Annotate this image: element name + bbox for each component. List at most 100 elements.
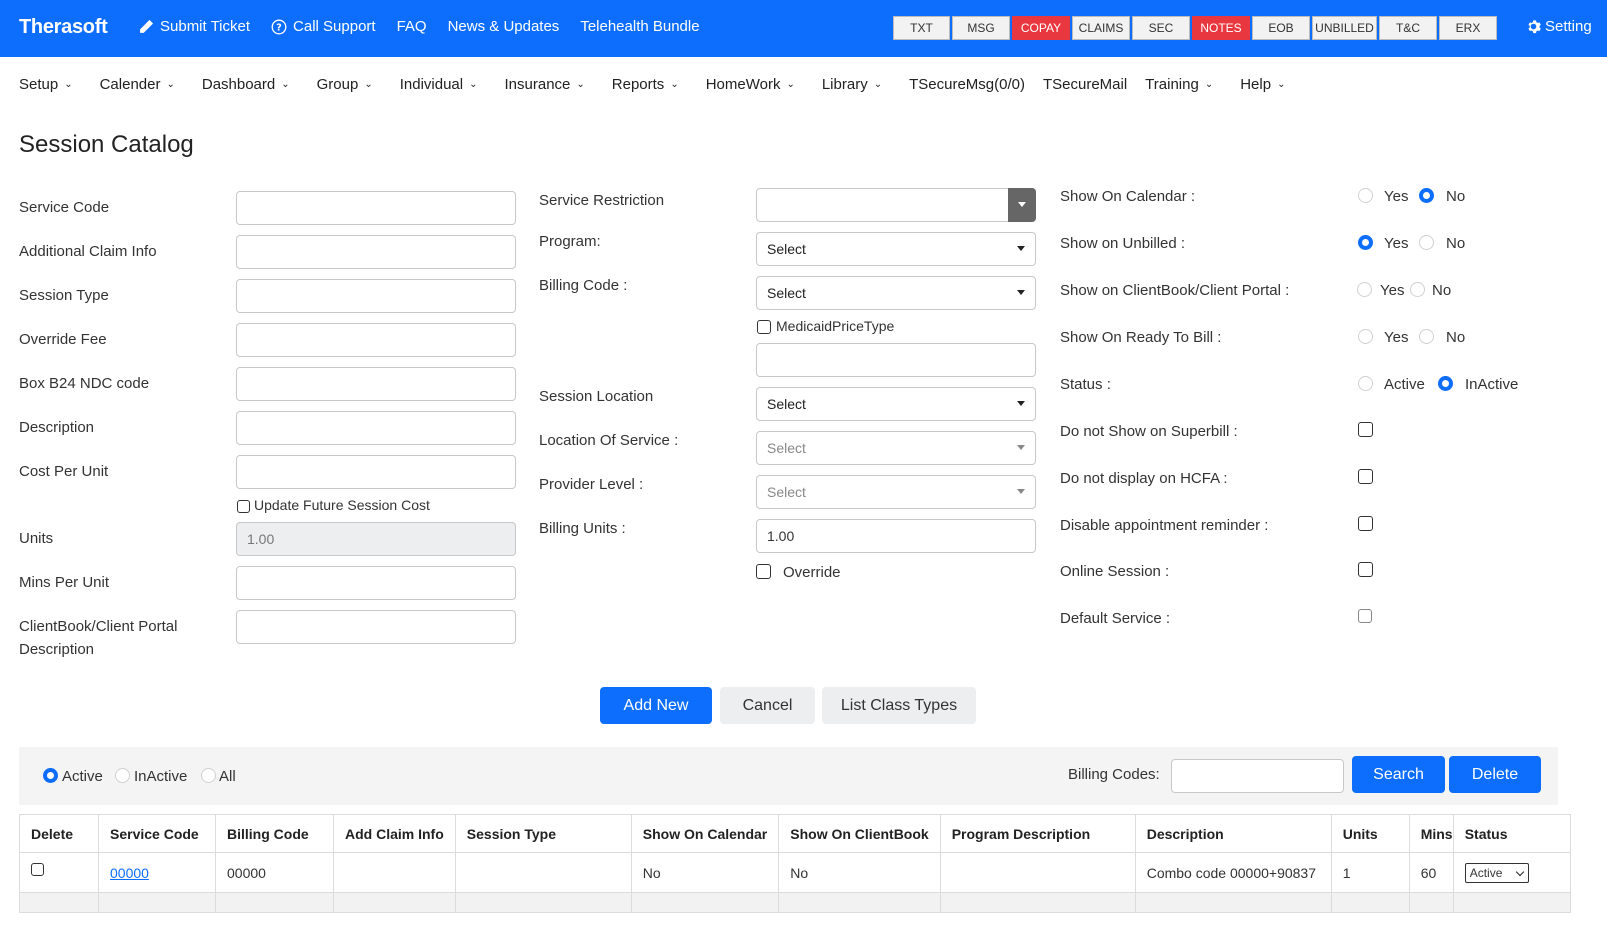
quick-sec-button[interactable]: SEC — [1132, 16, 1190, 40]
row-cell — [98, 892, 216, 913]
row-service-code-link[interactable]: 00000 — [110, 865, 149, 881]
show-on-calendar-yes-radio[interactable] — [1358, 188, 1373, 203]
submit-ticket-link[interactable]: Submit Ticket — [138, 18, 250, 35]
medicaid-price-input[interactable] — [756, 343, 1036, 377]
no-superbill-checkbox[interactable] — [1358, 422, 1373, 437]
status-inactive-radio[interactable] — [1438, 376, 1453, 391]
cost-per-unit-input[interactable] — [236, 455, 516, 489]
col-header-billing-code[interactable]: Billing Code — [215, 814, 334, 853]
service-code-input[interactable] — [236, 191, 516, 225]
add-new-button[interactable]: Add New — [600, 687, 712, 724]
col-header-units[interactable]: Units — [1330, 814, 1410, 853]
show-on-calendar-no-label: No — [1446, 188, 1466, 205]
col-header-status[interactable]: Status — [1452, 814, 1571, 853]
quick-unbilled-button[interactable]: UNBILLED — [1312, 16, 1377, 40]
override-checkbox[interactable] — [756, 564, 771, 579]
row-status-select[interactable]: Active — [1464, 862, 1529, 883]
show-on-ready-label: Show On Ready To Bill : — [1060, 329, 1222, 346]
search-button[interactable]: Search — [1352, 756, 1445, 793]
call-support-link[interactable]: ? Call Support — [271, 18, 376, 35]
medicaid-price-type-checkbox[interactable] — [757, 320, 771, 334]
billing-code-select[interactable]: Select — [756, 276, 1036, 310]
default-service-checkbox[interactable] — [1358, 609, 1372, 623]
nav-calender[interactable]: Calender ⌄ — [100, 76, 175, 93]
nav-setup[interactable]: Setup ⌄ — [19, 76, 73, 93]
col-header-description[interactable]: Description — [1134, 814, 1332, 853]
program-select[interactable]: Select — [756, 232, 1036, 266]
col-header-program-description[interactable]: Program Description — [939, 814, 1136, 853]
quick-claims-button[interactable]: CLAIMS — [1072, 16, 1130, 40]
col-header-show-on-calendar[interactable]: Show On Calendar — [630, 814, 780, 853]
override-fee-input[interactable] — [236, 323, 516, 357]
billing-units-input[interactable]: 1.00 — [756, 519, 1036, 553]
quick-txt-button[interactable]: TXT — [893, 16, 950, 40]
nav-tsecuremail[interactable]: TSecureMail — [1043, 76, 1127, 93]
nav-homework[interactable]: HomeWork ⌄ — [706, 76, 795, 93]
no-hcfa-checkbox[interactable] — [1358, 469, 1373, 484]
show-on-calendar-no-radio[interactable] — [1419, 188, 1434, 203]
location-of-service-select[interactable]: Select — [756, 431, 1036, 465]
nav-individual[interactable]: Individual ⌄ — [400, 76, 478, 93]
quick-msg-button[interactable]: MSG — [952, 16, 1010, 40]
nav-insurance[interactable]: Insurance ⌄ — [505, 76, 585, 93]
nav-training[interactable]: Training ⌄ — [1145, 76, 1213, 93]
quick-eob-button[interactable]: EOB — [1252, 16, 1310, 40]
col-header-add-claim-info[interactable]: Add Claim Info — [333, 814, 456, 853]
col-header-session-type[interactable]: Session Type — [454, 814, 632, 853]
session-location-select[interactable]: Select — [756, 387, 1036, 421]
col-header-mins[interactable]: Mins — [1408, 814, 1454, 853]
faq-link[interactable]: FAQ — [397, 18, 427, 35]
additional-claim-info-input[interactable] — [236, 235, 516, 269]
mins-per-unit-input[interactable] — [236, 566, 516, 600]
show-on-unbilled-no-radio[interactable] — [1419, 235, 1434, 250]
status-active-radio[interactable] — [1358, 376, 1373, 391]
nav-reports[interactable]: Reports ⌄ — [612, 76, 679, 93]
online-session-checkbox[interactable] — [1358, 562, 1373, 577]
nav-dashboard[interactable]: Dashboard ⌄ — [202, 76, 290, 93]
session-table: Delete Service Code Billing Code Add Cla… — [19, 814, 1571, 913]
show-on-clientbook-yes-radio[interactable] — [1357, 282, 1372, 297]
online-session-label: Online Session : — [1060, 563, 1170, 580]
col-header-show-on-clientbook[interactable]: Show On ClientBook — [778, 814, 941, 853]
quick-notes-button[interactable]: NOTES — [1192, 16, 1250, 40]
nav-tsecuremsg[interactable]: TSecureMsg(0/0) — [909, 76, 1025, 93]
submit-ticket-label: Submit Ticket — [160, 18, 251, 35]
col-header-service-code[interactable]: Service Code — [98, 814, 216, 853]
show-on-clientbook-no-radio[interactable] — [1410, 282, 1425, 297]
show-on-ready-yes-radio[interactable] — [1358, 329, 1373, 344]
telehealth-bundle-link[interactable]: Telehealth Bundle — [580, 18, 699, 35]
show-on-ready-no-radio[interactable] — [1419, 329, 1434, 344]
quick-copay-button[interactable]: COPAY — [1012, 16, 1070, 40]
show-on-unbilled-yes-radio[interactable] — [1358, 235, 1373, 250]
clientbook-description-input[interactable] — [236, 610, 516, 644]
box-b24-input[interactable] — [236, 367, 516, 401]
nav-library[interactable]: Library ⌄ — [822, 76, 882, 93]
quick-erx-button[interactable]: ERX — [1439, 16, 1497, 40]
delete-button[interactable]: Delete — [1449, 756, 1541, 793]
session-location-label: Session Location — [539, 388, 654, 405]
update-future-checkbox[interactable] — [237, 500, 250, 513]
brand-logo[interactable]: Therasoft — [19, 16, 108, 39]
disable-reminder-checkbox[interactable] — [1358, 516, 1373, 531]
quick-tc-button[interactable]: T&C — [1379, 16, 1437, 40]
filter-inactive-radio[interactable] — [115, 768, 130, 783]
provider-level-select[interactable]: Select — [756, 475, 1036, 509]
units-input[interactable]: 1.00 — [236, 522, 516, 556]
nav-group[interactable]: Group ⌄ — [317, 76, 373, 93]
setting-link[interactable]: Setting — [1526, 18, 1592, 35]
col-header-delete[interactable]: Delete — [19, 814, 99, 853]
row-delete-checkbox[interactable] — [31, 862, 44, 876]
billing-codes-input[interactable] — [1171, 759, 1344, 793]
session-type-input[interactable] — [236, 279, 516, 313]
filter-active-radio[interactable] — [43, 768, 58, 783]
cancel-button[interactable]: Cancel — [720, 687, 815, 724]
description-input[interactable] — [236, 411, 516, 445]
list-class-types-button[interactable]: List Class Types — [822, 687, 976, 724]
combo-dropdown-icon[interactable] — [1008, 188, 1036, 222]
news-updates-link[interactable]: News & Updates — [448, 18, 560, 35]
nav-help[interactable]: Help ⌄ — [1240, 76, 1285, 93]
service-restriction-combo[interactable] — [756, 188, 1036, 222]
filter-all-radio[interactable] — [201, 768, 216, 783]
filter-all-label: All — [219, 768, 236, 785]
pencil-icon — [140, 19, 154, 33]
